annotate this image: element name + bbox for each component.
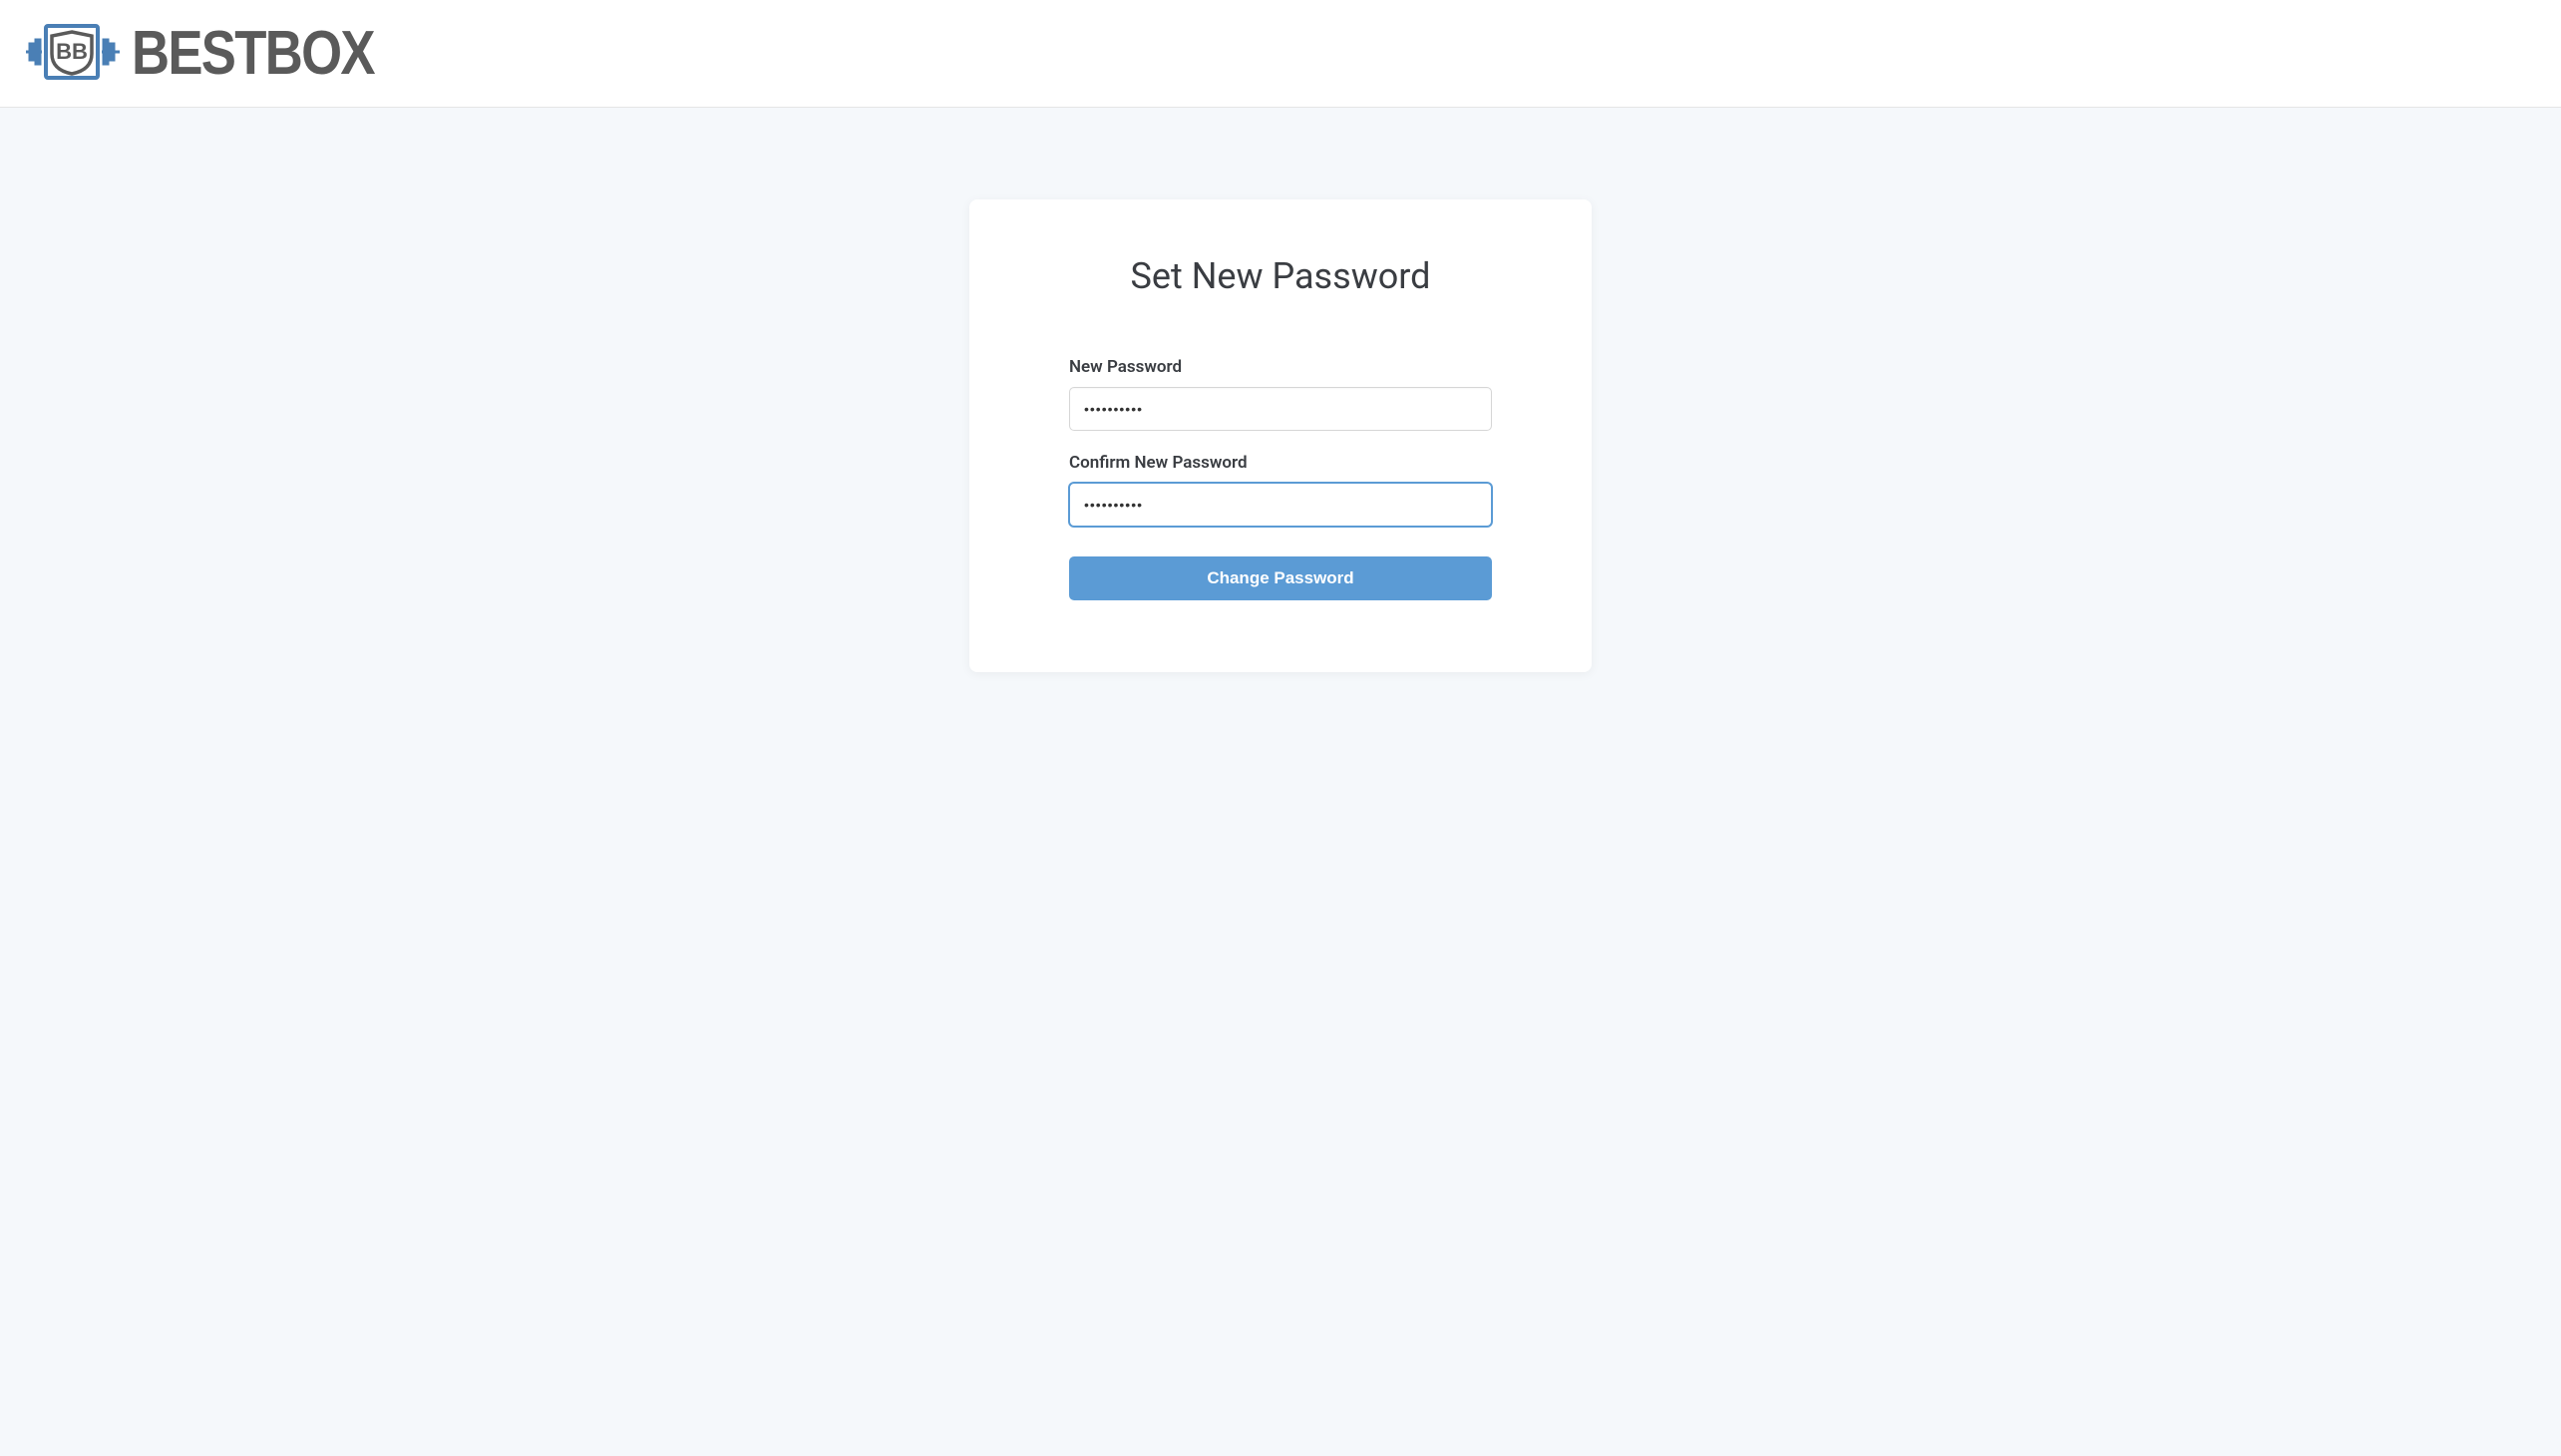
- brand-logo: BB BESTBOX: [24, 18, 417, 89]
- main-content: Set New Password New Password Confirm Ne…: [0, 108, 2561, 672]
- card-title: Set New Password: [1069, 255, 1492, 297]
- app-header: BB BESTBOX: [0, 0, 2561, 108]
- confirm-password-input[interactable]: [1069, 483, 1492, 527]
- confirm-password-field-group: Confirm New Password: [1069, 453, 1492, 527]
- brand-name: BESTBOX: [132, 18, 374, 89]
- new-password-field-group: New Password: [1069, 357, 1492, 431]
- brand-icon: BB: [24, 22, 122, 86]
- new-password-label: New Password: [1069, 357, 1492, 377]
- change-password-button[interactable]: Change Password: [1069, 556, 1492, 600]
- svg-text:BB: BB: [56, 39, 88, 64]
- new-password-input[interactable]: [1069, 387, 1492, 431]
- confirm-password-label: Confirm New Password: [1069, 453, 1492, 473]
- password-card: Set New Password New Password Confirm Ne…: [969, 199, 1592, 672]
- barbell-shield-icon: BB: [24, 22, 122, 82]
